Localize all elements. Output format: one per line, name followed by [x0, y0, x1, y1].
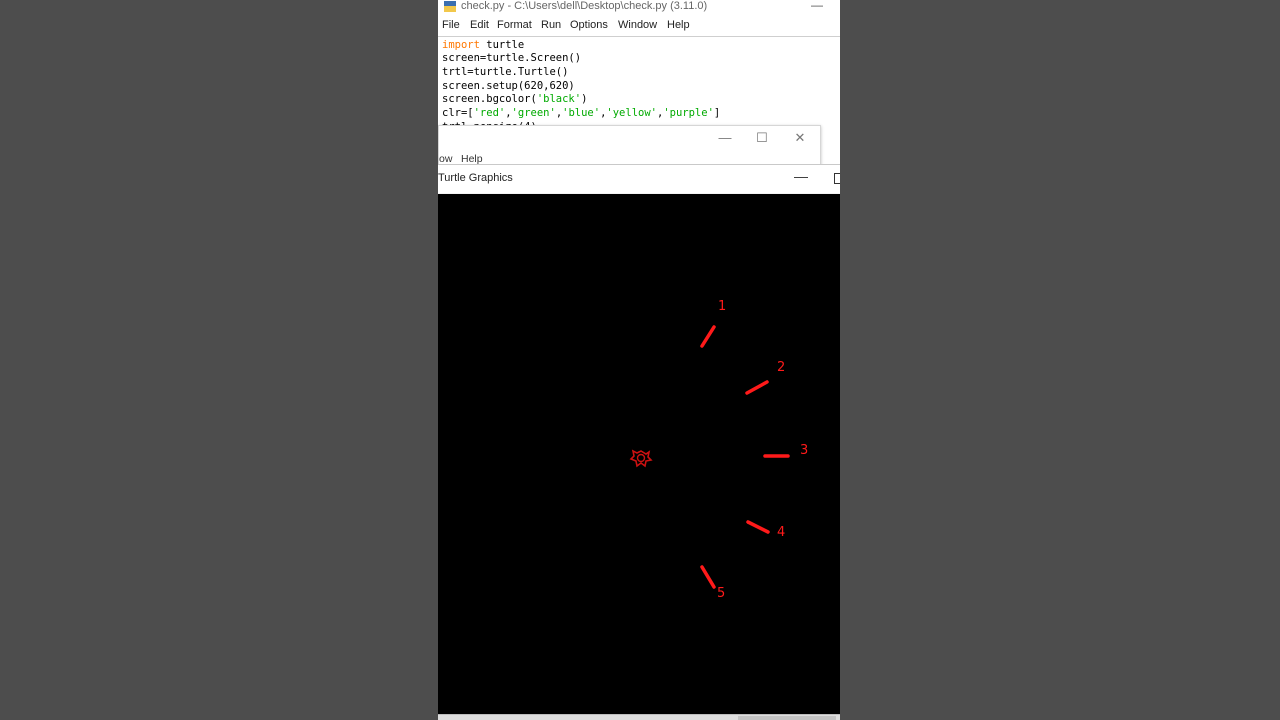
screen-stage: check.py - C:\Users\dell\Desktop\check.p…	[438, 0, 840, 720]
stroke-label-3: 3	[800, 443, 808, 458]
stroke-label-4: 4	[777, 525, 785, 540]
code-token: 'purple'	[663, 107, 714, 119]
stroke-label-5: 5	[717, 586, 725, 601]
pen-stroke-4	[746, 520, 770, 534]
code-token: screen.bgcolor(	[442, 93, 537, 105]
code-token: )	[581, 93, 588, 105]
menu-options[interactable]: Options	[570, 19, 608, 31]
code-token: turtle	[479, 39, 525, 51]
turtle-drawing: 1 2 3 4 5	[629, 299, 808, 601]
turtle-maximize-button[interactable]	[834, 173, 840, 184]
code-line: screen=turtle.Screen()	[442, 52, 581, 64]
turtle-window-title: Turtle Graphics	[438, 172, 513, 184]
menu-help[interactable]: Help	[667, 19, 690, 31]
menu-file[interactable]: File	[442, 19, 460, 31]
menu-window[interactable]: Window	[618, 19, 657, 31]
code-token: 'blue'	[562, 107, 601, 119]
code-line: trtl=turtle.Turtle()	[442, 66, 568, 78]
code-token: trtl=turtle.Turtle()	[442, 66, 569, 78]
code-token: 'black'	[536, 93, 582, 105]
code-line: screen.bgcolor('black')	[442, 93, 587, 105]
pen-stroke-2	[745, 380, 769, 395]
shell-window: — ☐ ✕ ow Help	[438, 125, 821, 167]
code-token: clr=[	[442, 107, 474, 119]
menu-format[interactable]: Format	[497, 19, 532, 31]
idle-title-bar[interactable]: check.py - C:\Users\dell\Desktop\check.p…	[438, 0, 840, 14]
scrollbar-thumb[interactable]	[738, 716, 836, 720]
horizontal-scrollbar[interactable]	[438, 714, 840, 720]
turtle-canvas: 1 2 3 4 5	[438, 194, 840, 714]
code-line: import turtle	[442, 39, 524, 51]
shell-maximize-button[interactable]: ☐	[754, 130, 770, 146]
menu-run[interactable]: Run	[541, 19, 561, 31]
stroke-label-2: 2	[777, 360, 785, 375]
shell-minimize-button[interactable]: —	[717, 130, 733, 145]
turtle-graphics-window: Turtle Graphics — 1 2 3 4 5	[438, 164, 840, 720]
code-token: 'green'	[511, 107, 556, 119]
pen-stroke-1	[700, 325, 716, 348]
code-token: ]	[713, 107, 721, 119]
shell-close-button[interactable]: ✕	[792, 130, 808, 146]
python-file-icon	[444, 1, 456, 12]
turtle-icon	[629, 449, 653, 468]
pen-stroke-5	[700, 565, 716, 589]
code-token: screen.setup(620,620)	[442, 80, 575, 92]
idle-minimize-button[interactable]: —	[810, 0, 824, 12]
idle-menu-bar: File Edit Format Run Options Window Help	[438, 18, 840, 36]
code-token: import	[442, 39, 480, 51]
stroke-label-1: 1	[718, 299, 726, 314]
turtle-minimize-button[interactable]: —	[794, 168, 808, 184]
turtle-title-bar[interactable]: Turtle Graphics —	[438, 165, 840, 193]
code-token: 'yellow'	[606, 107, 657, 119]
code-token: 'red'	[473, 107, 506, 119]
code-token: screen=turtle.Screen()	[442, 52, 582, 64]
code-line: screen.setup(620,620)	[442, 80, 575, 92]
code-line: clr=['red','green','blue','yellow','purp…	[442, 107, 720, 119]
menu-edit[interactable]: Edit	[470, 19, 489, 31]
idle-window-title: check.py - C:\Users\dell\Desktop\check.p…	[461, 0, 708, 12]
